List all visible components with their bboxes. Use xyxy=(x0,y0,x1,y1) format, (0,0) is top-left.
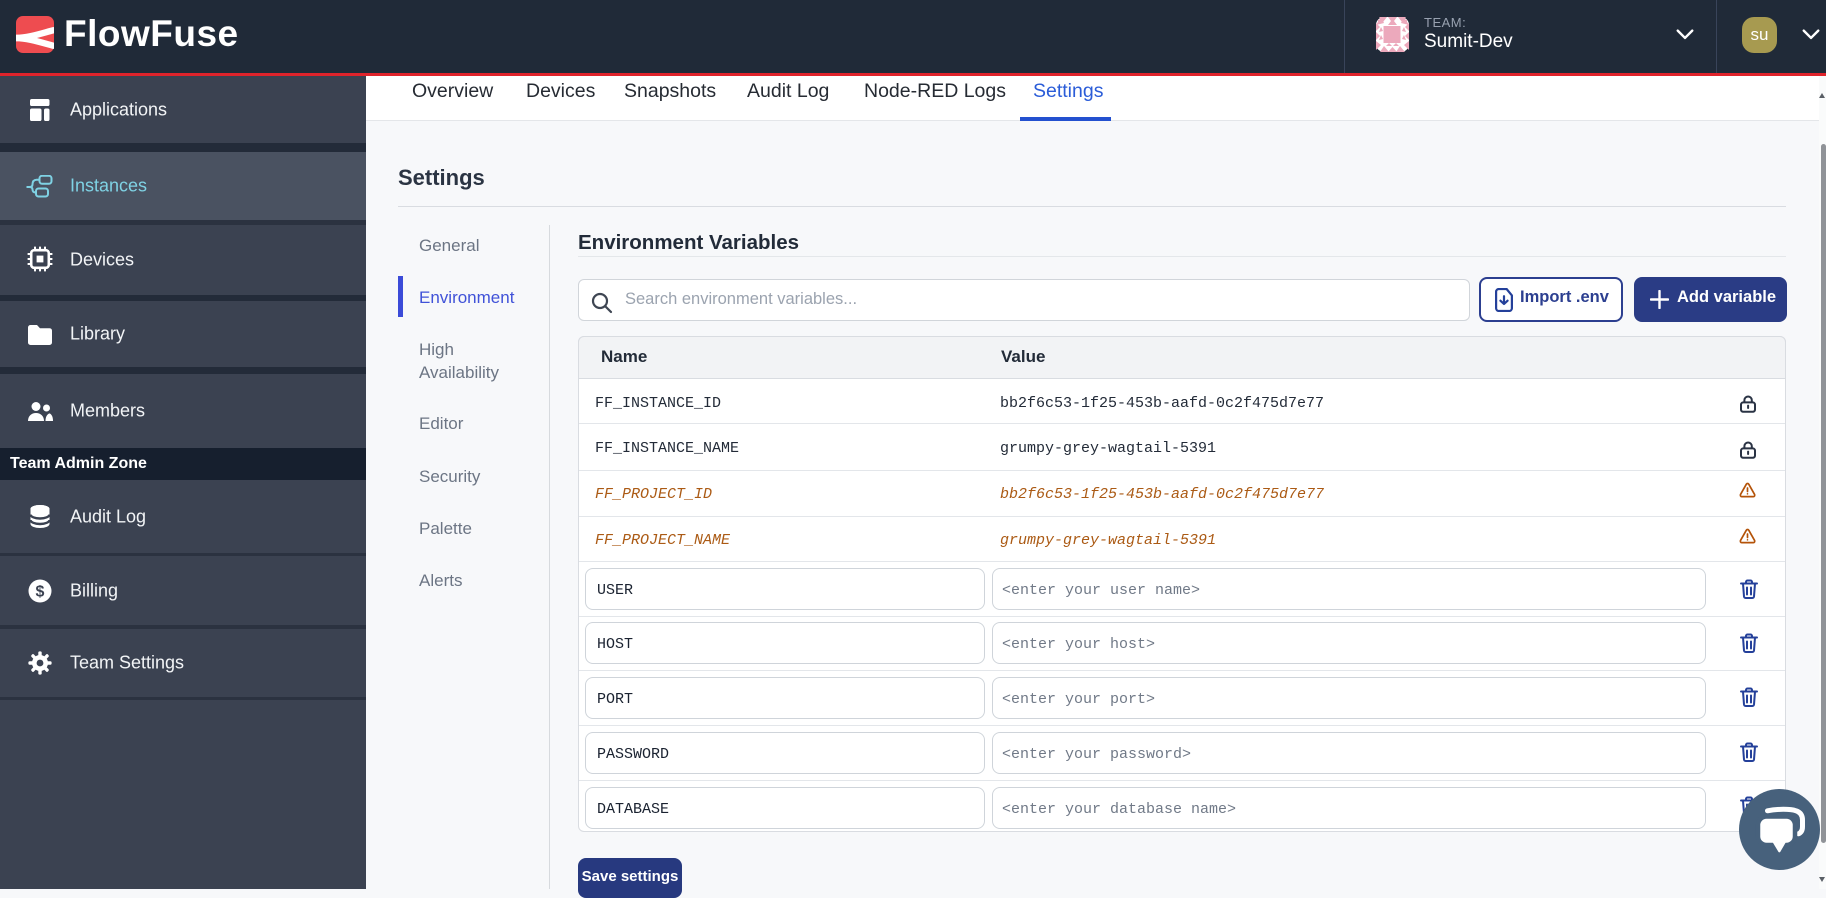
svg-text:$: $ xyxy=(36,584,45,601)
